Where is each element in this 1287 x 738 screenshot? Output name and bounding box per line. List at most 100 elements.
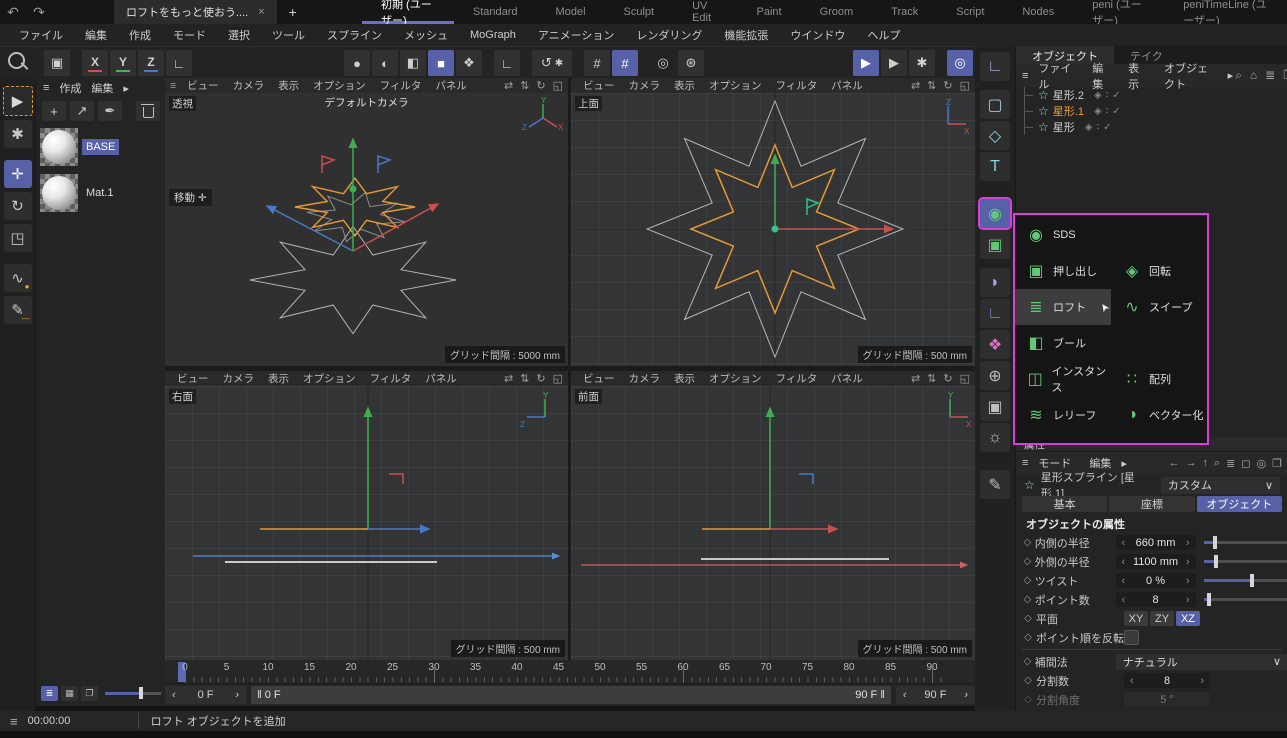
key-diamond-icon[interactable]: ◇ <box>1020 537 1035 548</box>
attr-menu-more-icon[interactable]: ▸ <box>1121 457 1127 470</box>
pan-icon[interactable]: ⇄ <box>504 79 513 92</box>
rotate-tool-icon[interactable]: ↻ <box>4 192 32 220</box>
viewport-menu-item[interactable]: パネル <box>824 371 870 386</box>
end-frame-next-icon[interactable]: › <box>964 689 968 701</box>
object-row[interactable]: ☆ 星形.1 ◈∶✓ <box>1016 103 1287 119</box>
move-tool-icon[interactable]: ✛ <box>4 160 32 188</box>
orbit-icon[interactable]: ↻ <box>536 79 545 92</box>
filter-icon[interactable]: ≣ <box>1265 68 1275 83</box>
menu-item[interactable]: ファイル <box>8 27 74 43</box>
menu-item[interactable]: スプライン <box>316 27 393 43</box>
enable-check-icon[interactable]: ✓ <box>1112 90 1120 101</box>
menu-item[interactable]: レンダリング <box>625 27 713 43</box>
edges-mode-icon[interactable]: ◐ <box>372 50 398 76</box>
lock-icon[interactable]: ◻ <box>1241 457 1250 470</box>
layer-icon[interactable]: ◈ <box>1094 106 1102 117</box>
key-diamond-icon[interactable]: ◇ <box>1020 594 1035 605</box>
detach-window-icon[interactable]: ❐ <box>1272 457 1282 470</box>
object-name[interactable]: 星形 <box>1053 119 1075 135</box>
tab-coordinates[interactable]: 座標 <box>1109 496 1194 512</box>
range-start-handle[interactable]: ‖ <box>257 689 262 701</box>
layout-tab[interactable]: Model <box>537 0 605 24</box>
spline-smooth-icon[interactable]: ∿● <box>4 264 32 292</box>
material-item[interactable]: Mat.1 <box>36 170 166 216</box>
menu-item[interactable]: 選択 <box>217 27 261 43</box>
plane-zy-button[interactable]: ZY <box>1150 611 1174 626</box>
inner-radius-slider[interactable] <box>1204 535 1287 550</box>
dolly-icon[interactable]: ⇅ <box>520 79 529 92</box>
pan-icon[interactable]: ⇄ <box>911 79 920 92</box>
timeline-ruler[interactable]: 051015202530354045505560657075808590 <box>165 660 975 684</box>
scale-tool-icon[interactable]: ◳ <box>4 224 32 252</box>
points-mode-icon[interactable]: ● <box>344 50 370 76</box>
tab-basic[interactable]: 基本 <box>1022 496 1107 512</box>
layout-tab[interactable]: 初期 (ユーザー) <box>362 0 454 24</box>
menu-item[interactable]: ウインドウ <box>779 27 856 43</box>
popup-item-sweep[interactable]: ∿ スイープ <box>1111 289 1207 325</box>
point-count-slider[interactable] <box>1204 592 1287 607</box>
viewport-menu-item[interactable]: オプション <box>702 78 769 93</box>
forward-icon[interactable]: → <box>1185 457 1196 470</box>
spline-pen-icon[interactable]: ✎— <box>4 296 32 324</box>
menu-item[interactable]: アニメーション <box>527 27 626 43</box>
layer-icon[interactable]: ◈ <box>1085 122 1093 133</box>
menu-item[interactable]: モード <box>162 27 217 43</box>
undo-icon[interactable]: ↶ <box>0 4 26 21</box>
layout-tab[interactable]: Nodes <box>1003 0 1073 24</box>
menu-item[interactable]: ツール <box>261 27 316 43</box>
material-menu-edit[interactable]: 編集 <box>91 80 113 96</box>
annotate-icon[interactable]: ✎ <box>980 470 1010 499</box>
lock-y-axis-button[interactable]: Y <box>110 50 136 76</box>
visibility-dots-icon[interactable]: ∶ <box>1106 106 1109 117</box>
material-menu-burger-icon[interactable]: ≡ <box>43 82 49 94</box>
top-canvas[interactable]: 上面 Z X グリッド間隔 : 500 <box>571 93 975 366</box>
interactive-render-region-icon[interactable]: ◎ <box>947 50 973 76</box>
delete-material-icon[interactable] <box>136 101 160 121</box>
end-frame-prev-icon[interactable]: ‹ <box>903 689 907 701</box>
tweak-tool-icon[interactable]: ✱ <box>4 120 32 148</box>
viewport-menu-item[interactable]: フィルタ <box>363 371 419 386</box>
reverse-points-checkbox[interactable] <box>1124 630 1139 645</box>
visibility-dots-icon[interactable]: ∶ <box>1106 90 1109 101</box>
menu-item[interactable]: MoGraph <box>459 29 527 41</box>
redo-icon[interactable]: ↷ <box>26 4 52 21</box>
lock-x-axis-button[interactable]: X <box>82 50 108 76</box>
key-diamond-icon[interactable]: ◇ <box>1020 656 1035 667</box>
load-material-button[interactable]: ↗ <box>70 101 94 121</box>
interpolation-dropdown[interactable]: ナチュラル ∨ <box>1116 654 1287 670</box>
orbit-icon[interactable]: ↻ <box>943 79 952 92</box>
twist-stepper[interactable]: ‹0 %› <box>1116 573 1196 588</box>
popup-item-instance[interactable]: ◫ インスタンス <box>1015 361 1111 397</box>
object-menu-burger-icon[interactable]: ≡ <box>1022 70 1028 82</box>
enable-check-icon[interactable]: ✓ <box>1103 122 1111 133</box>
axis-modify-icon[interactable]: ∟ <box>980 299 1010 328</box>
plane-xy-button[interactable]: XY <box>1124 611 1148 626</box>
search-icon[interactable]: ⌕ <box>1235 68 1242 83</box>
frame-next-icon[interactable]: › <box>235 689 239 701</box>
eyedropper-icon[interactable]: ✒ <box>98 101 122 121</box>
visibility-dots-icon[interactable]: ∶ <box>1096 122 1099 133</box>
maximize-viewport-icon[interactable]: ◱ <box>553 372 563 385</box>
attr-menu-burger-icon[interactable]: ≡ <box>1022 457 1028 469</box>
viewport-menu-item[interactable]: フィルタ <box>373 78 429 93</box>
material-preview-sphere[interactable] <box>40 128 78 166</box>
viewport-menu-item[interactable]: 表示 <box>667 371 702 386</box>
tab-object[interactable]: オブジェクト <box>1197 496 1282 512</box>
outer-radius-stepper[interactable]: ‹1100 mm› <box>1116 554 1196 569</box>
front-canvas[interactable]: 前面 Y X グリッド間隔 : 50 <box>571 386 975 660</box>
viewport-menu-item[interactable]: 表示 <box>271 78 306 93</box>
pan-icon[interactable]: ⇄ <box>504 372 513 385</box>
viewport-menu-item[interactable]: フィルタ <box>769 371 825 386</box>
environment-icon[interactable]: ⊕ <box>980 361 1010 390</box>
viewport-menu-item[interactable]: ビュー <box>170 371 216 386</box>
filter-icon[interactable]: ≣ <box>1226 457 1235 470</box>
material-size-slider[interactable] <box>105 686 161 700</box>
perspective-canvas[interactable]: 透視 デフォルトカメラ 移動 ✛ <box>165 93 568 366</box>
deformer-icon[interactable]: ◗ <box>980 268 1010 297</box>
up-icon[interactable]: ↑ <box>1202 457 1208 470</box>
back-icon[interactable]: ← <box>1168 457 1179 470</box>
status-menu-icon[interactable]: ≡ <box>0 714 28 729</box>
material-name[interactable]: Mat.1 <box>82 185 118 201</box>
dolly-icon[interactable]: ⇅ <box>927 372 936 385</box>
new-document-tab-button[interactable]: + <box>277 4 309 20</box>
